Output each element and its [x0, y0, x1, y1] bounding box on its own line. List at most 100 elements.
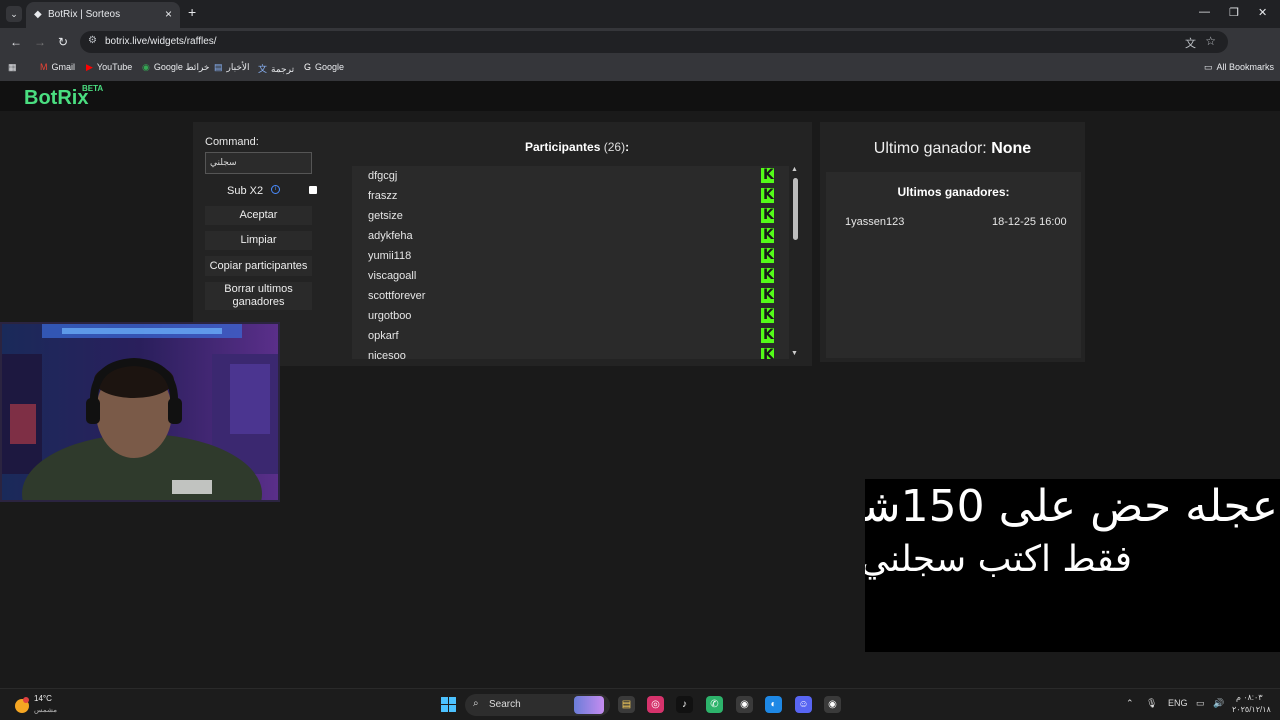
- kick-icon: K: [761, 247, 774, 263]
- discord-icon[interactable]: ☺: [795, 696, 812, 713]
- network-icon[interactable]: ▭: [1196, 698, 1205, 709]
- google-maps-icon: ◉: [142, 62, 150, 72]
- list-item: fraszz K: [368, 187, 774, 203]
- tab-title: BotRix | Sorteos: [48, 9, 121, 20]
- news-icon: ▤: [214, 62, 223, 72]
- url-text: botrix.live/widgets/raffles/: [105, 36, 217, 47]
- beta-badge: BETA: [82, 84, 104, 93]
- winner-date: 18-12-25 16:00: [992, 216, 1067, 228]
- all-bookmarks[interactable]: ▭ All Bookmarks: [1204, 62, 1274, 73]
- kick-icon: K: [761, 287, 774, 303]
- close-window-icon[interactable]: ✕: [1258, 6, 1267, 19]
- clock-date[interactable]: ٢٠٢٥/١٢/١٨: [1232, 705, 1271, 714]
- tab-search-icon[interactable]: ⌄: [6, 6, 22, 22]
- microphone-icon[interactable]: 🎙: [1146, 698, 1157, 709]
- translate-icon: ⽂: [258, 64, 268, 74]
- kick-icon: K: [761, 207, 774, 223]
- back-icon[interactable]: ←: [10, 35, 22, 49]
- bookmark-google[interactable]: G Google: [304, 62, 344, 72]
- participants-count: (26): [603, 140, 626, 154]
- clear-last-winners-button[interactable]: Borrar ultimos ganadores: [205, 282, 312, 310]
- search-highlight-icon: [574, 696, 604, 714]
- bookmark-youtube[interactable]: ▶ YouTube: [86, 62, 132, 73]
- bookmark-news[interactable]: ▤ الأخبار: [214, 62, 250, 73]
- chrome-icon[interactable]: ◉: [736, 696, 753, 713]
- kick-icon: K: [761, 327, 774, 343]
- windows-taskbar: 14°C مشمس ⌕ Search ▤ ◎ ♪ ✆ ◉ ◐ ☺ ◉ ⌃ 🎙 E…: [0, 688, 1280, 720]
- translate-page-icon[interactable]: ⽂: [1185, 35, 1196, 51]
- command-label: Command:: [205, 136, 259, 148]
- participants-title: Participantes (26):: [525, 140, 630, 154]
- participants-list[interactable]: dfgcgj K fraszz K getsize K adykfeha K yumii…: [352, 166, 789, 359]
- address-bar[interactable]: ⚙ botrix.live/widgets/raffles/ ⽂ ☆: [80, 31, 1228, 53]
- last-winner-value: None: [991, 140, 1032, 157]
- last-winners-title: Ultimos ganadores:: [897, 185, 1010, 199]
- list-item: getsize K: [368, 207, 774, 223]
- streamer-webcam-image: [2, 324, 278, 500]
- weather-sun-icon[interactable]: [12, 695, 32, 715]
- tab-strip: ⌄ ◆ BotRix | Sorteos × + — ❐ ✕: [0, 0, 1280, 28]
- overlay-line-2: فقط اكتب سجلني: [865, 539, 1132, 580]
- sub-x2-checkbox[interactable]: [309, 186, 317, 194]
- youtube-icon: ▶: [86, 62, 93, 72]
- weather-condition: مشمس: [34, 707, 57, 714]
- list-item: viscagoall K: [368, 267, 774, 283]
- bookmark-star-icon[interactable]: ☆: [1205, 34, 1216, 48]
- bookmark-google-maps[interactable]: ◉ Google خرائط: [142, 62, 209, 73]
- list-item: urgotboo K: [368, 307, 774, 323]
- maximize-icon[interactable]: ❐: [1229, 6, 1239, 19]
- list-item: nicesoo K: [352, 346, 789, 359]
- copy-participants-button[interactable]: Copiar participantes: [205, 256, 312, 276]
- list-item: dfgcgj K: [368, 167, 774, 183]
- list-item: adykfeha K: [368, 227, 774, 243]
- tab-botrix[interactable]: ◆ BotRix | Sorteos ×: [26, 2, 180, 28]
- show-hidden-icons-icon[interactable]: ⌃: [1126, 698, 1134, 709]
- last-winners-list: Ultimos ganadores: 1yassen123 18-12-25 1…: [826, 172, 1081, 358]
- kick-icon: K: [761, 267, 774, 283]
- gmail-icon: M: [40, 62, 48, 72]
- bookmark-translate[interactable]: ⽂ ترجمة: [258, 62, 294, 75]
- windows-start-icon[interactable]: [440, 696, 457, 713]
- clear-button[interactable]: Limpiar: [205, 231, 312, 250]
- botrix-favicon-icon: ◆: [34, 9, 42, 20]
- sub-x2-label: Sub X2: [227, 185, 264, 197]
- forward-icon[interactable]: →: [34, 35, 46, 49]
- webcam-feed: [0, 322, 280, 502]
- last-winner-heading: Ultimo ganador: None: [873, 140, 1032, 157]
- close-tab-icon[interactable]: ×: [165, 7, 172, 21]
- botrix-logo[interactable]: BotRix: [24, 87, 88, 110]
- language-indicator[interactable]: ENG: [1168, 698, 1188, 708]
- new-tab-button[interactable]: +: [188, 4, 196, 20]
- bookmark-gmail[interactable]: M Gmail: [40, 62, 75, 72]
- chrome-profile-icon[interactable]: ◉: [824, 696, 841, 713]
- reload-icon[interactable]: ↻: [58, 35, 68, 49]
- scroll-down-icon[interactable]: ▼: [791, 350, 798, 357]
- scroll-up-icon[interactable]: ▲: [791, 166, 798, 173]
- google-icon: G: [304, 62, 312, 72]
- taskbar-search[interactable]: ⌕ Search: [465, 694, 610, 716]
- folder-icon: ▭: [1204, 62, 1213, 72]
- scrollbar-thumb[interactable]: [793, 178, 798, 240]
- search-label: Search: [489, 699, 521, 710]
- bookmarks-bar: ▦ M Gmail ▶ YouTube ◉ Google خرائط ▤ الأخبار…: [0, 56, 1280, 81]
- stream-text-overlay: عجله حض على 150شده فقط اكتب سجلني: [865, 479, 1280, 652]
- site-info-icon[interactable]: ⚙: [88, 35, 97, 46]
- list-item: opkarf K: [368, 327, 774, 343]
- info-icon[interactable]: i: [271, 185, 280, 194]
- minimize-icon[interactable]: —: [1199, 6, 1210, 18]
- instagram-icon[interactable]: ◎: [647, 696, 664, 713]
- tiktok-icon[interactable]: ♪: [676, 696, 693, 713]
- kick-icon: K: [761, 307, 774, 323]
- kick-icon: K: [761, 348, 774, 359]
- clock-time[interactable]: ٠٨:٠٣ م: [1236, 693, 1263, 702]
- command-input[interactable]: سجلني: [205, 152, 312, 174]
- apps-grid-icon[interactable]: ▦: [8, 62, 17, 73]
- winner-panel: Ultimo ganador: None Ultimos ganadores: …: [820, 122, 1085, 362]
- whatsapp-icon[interactable]: ✆: [706, 696, 723, 713]
- file-explorer-icon[interactable]: ▤: [618, 696, 635, 713]
- search-icon: ⌕: [473, 698, 479, 709]
- volume-icon[interactable]: 🔊: [1213, 698, 1224, 709]
- kick-icon: K: [761, 187, 774, 203]
- accept-button[interactable]: Aceptar: [205, 206, 312, 225]
- edge-icon[interactable]: ◐: [765, 696, 782, 713]
